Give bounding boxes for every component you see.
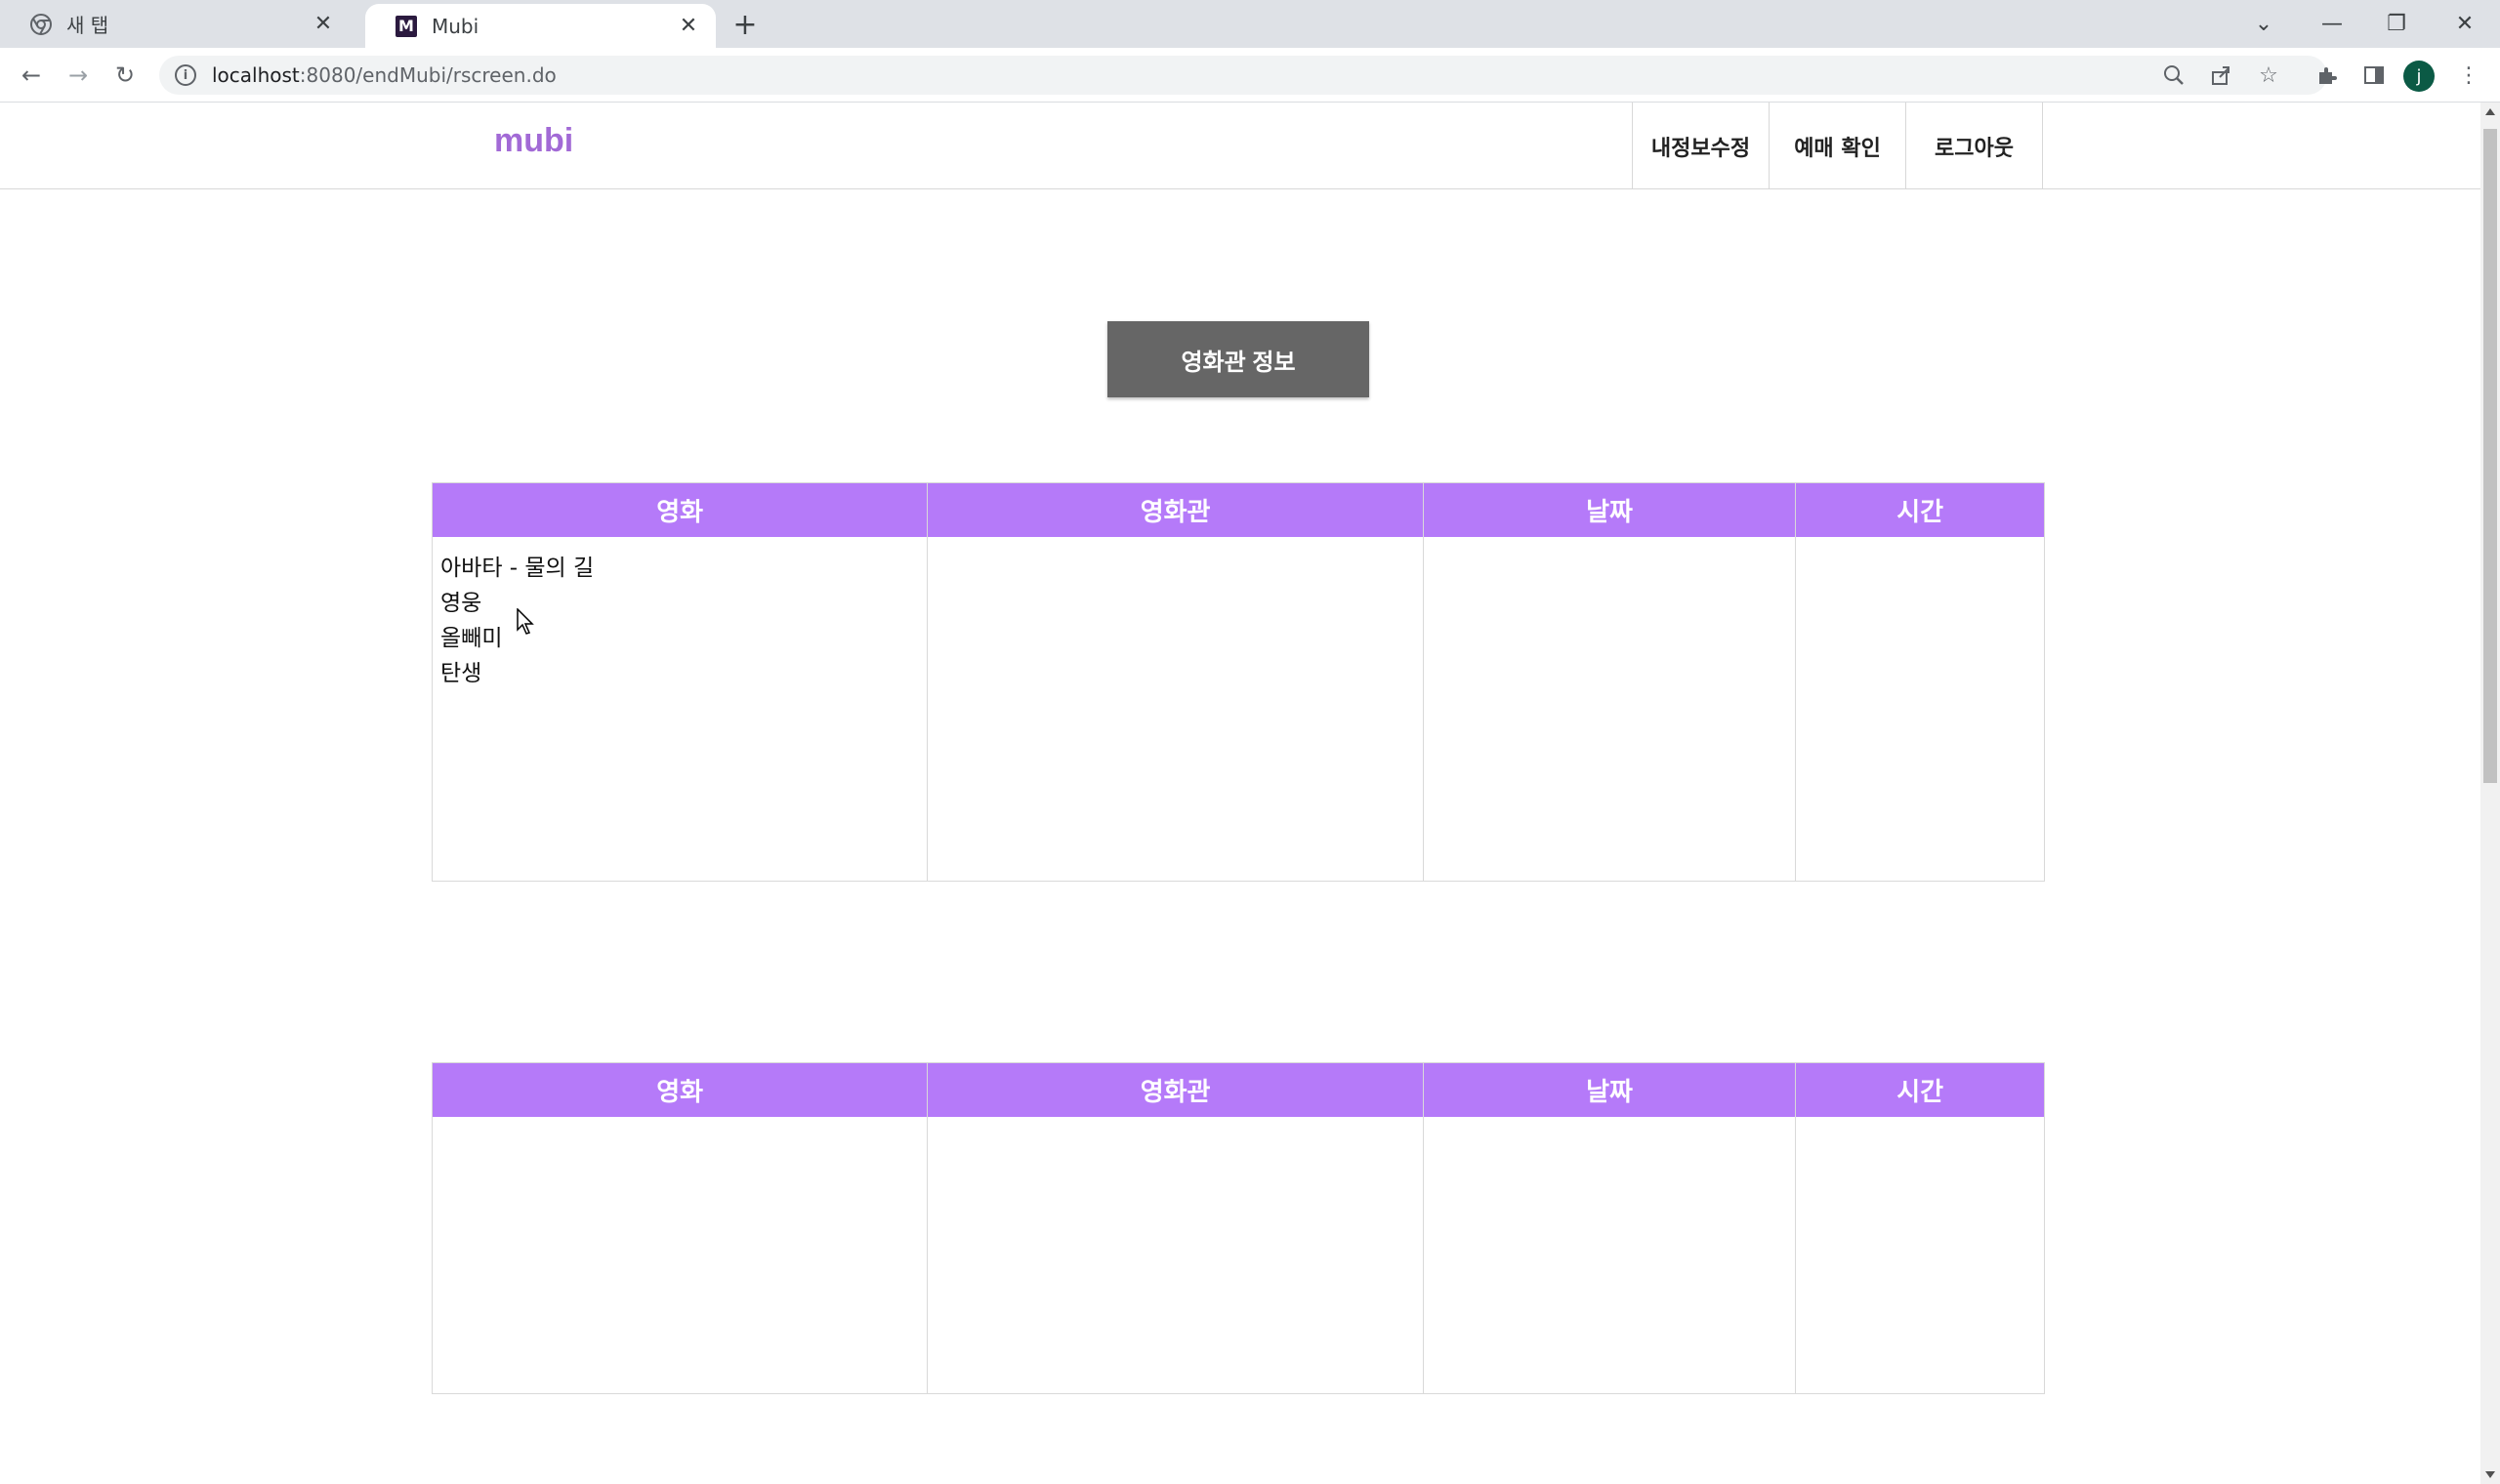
column-header: 영화 (433, 1063, 928, 1117)
theater-column: 영화관 (928, 1063, 1424, 1393)
tab-mubi[interactable]: M Mubi ✕ (365, 4, 716, 48)
nav-booking-check[interactable]: 예매 확인 (1770, 103, 1906, 189)
time-list (1796, 537, 2044, 881)
url-text: localhost:8080/endMubi/rscreen.do (212, 63, 557, 87)
date-column: 날짜 (1423, 1063, 1797, 1393)
new-tab-plus-icon[interactable]: + (729, 8, 762, 42)
extensions-puzzle-icon[interactable] (2310, 58, 2345, 93)
date-list (1424, 1117, 1796, 1393)
movie-column: 영화 (433, 1063, 929, 1393)
page-scrollbar[interactable] (2480, 103, 2500, 1484)
site-info-icon[interactable]: i (175, 64, 196, 86)
scroll-up-arrow-icon[interactable] (2485, 108, 2495, 115)
column-header: 영화관 (928, 1063, 1423, 1117)
column-header: 날짜 (1423, 483, 1796, 537)
forward-arrow-icon[interactable]: → (61, 58, 96, 93)
list-item[interactable]: 영웅 (440, 586, 919, 621)
movie-column: 영화 아바타 - 물의 길 영웅 올빼미 탄생 (433, 483, 929, 881)
time-column: 시간 (1796, 1063, 2044, 1393)
column-header: 영화관 (928, 483, 1423, 537)
nav-logout[interactable]: 로그아웃 (1906, 103, 2043, 189)
zoom-icon[interactable] (2156, 58, 2191, 93)
window-close-icon[interactable]: ✕ (2436, 4, 2494, 43)
menu-kebab-icon[interactable]: ⋮ (2451, 58, 2486, 93)
share-icon[interactable] (2203, 58, 2238, 93)
list-item[interactable]: 아바타 - 물의 길 (440, 551, 919, 586)
list-item[interactable]: 탄생 (440, 656, 919, 691)
tab-title: Mubi (432, 14, 479, 38)
browser-toolbar: ← → ↻ i localhost:8080/endMubi/rscreen.d… (0, 48, 2500, 103)
date-column: 날짜 (1423, 483, 1797, 881)
column-header: 시간 (1796, 483, 2044, 537)
profile-avatar[interactable]: j (2403, 61, 2435, 92)
tab-search-chevron-icon[interactable]: ⌄ (2234, 4, 2293, 43)
time-list (1796, 1117, 2044, 1393)
theater-list (928, 537, 1422, 881)
column-header: 시간 (1796, 1063, 2044, 1117)
theater-column: 영화관 (928, 483, 1424, 881)
page-viewport: mubi 내정보수정 예매 확인 로그아웃 영화관 정보 영화 아바타 - 물의… (0, 103, 2480, 1484)
scroll-down-arrow-icon[interactable] (2485, 1471, 2495, 1478)
browser-tab-strip: 새 탭 ✕ M Mubi ✕ + ⌄ — ❐ ✕ (0, 0, 2500, 48)
theater-list (928, 1117, 1422, 1393)
mubi-favicon-icon: M (395, 15, 418, 38)
time-column: 시간 (1796, 483, 2044, 881)
reload-icon[interactable]: ↻ (107, 58, 143, 93)
nav-edit-profile[interactable]: 내정보수정 (1633, 103, 1770, 189)
minimize-icon[interactable]: — (2303, 4, 2361, 43)
back-arrow-icon[interactable]: ← (14, 58, 49, 93)
tab-title: 새 탭 (66, 14, 109, 37)
site-nav: 내정보수정 예매 확인 로그아웃 (1632, 103, 2043, 189)
movie-list: 아바타 - 물의 길 영웅 올빼미 탄생 (433, 537, 927, 881)
list-item[interactable]: 올빼미 (440, 621, 919, 656)
close-icon[interactable]: ✕ (675, 13, 702, 40)
address-bar[interactable]: i localhost:8080/endMubi/rscreen.do (159, 56, 2327, 95)
chrome-icon (29, 13, 53, 36)
restore-icon[interactable]: ❐ (2367, 4, 2426, 43)
movie-list (433, 1117, 927, 1393)
column-header: 날짜 (1423, 1063, 1796, 1117)
column-header: 영화 (433, 483, 928, 537)
tab-new-tab[interactable]: 새 탭 ✕ (0, 0, 351, 48)
close-icon[interactable]: ✕ (310, 11, 337, 38)
scrollbar-thumb[interactable] (2483, 129, 2497, 783)
site-logo[interactable]: mubi (494, 122, 573, 160)
bookmark-star-icon[interactable]: ☆ (2251, 58, 2286, 93)
site-header: mubi 내정보수정 예매 확인 로그아웃 (0, 103, 2480, 189)
date-list (1424, 537, 1796, 881)
theater-info-button[interactable]: 영화관 정보 (1107, 321, 1369, 397)
booking-grid: 영화 영화관 날짜 시간 (432, 1062, 2045, 1394)
side-panel-icon[interactable] (2356, 58, 2392, 93)
booking-grid: 영화 아바타 - 물의 길 영웅 올빼미 탄생 영화관 날짜 시간 (432, 482, 2045, 882)
